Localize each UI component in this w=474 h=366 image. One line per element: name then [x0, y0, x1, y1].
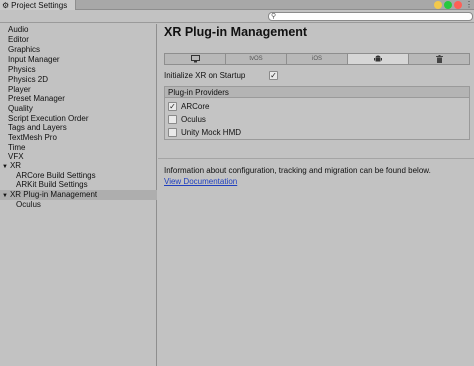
- view-documentation-link[interactable]: View Documentation: [164, 177, 237, 187]
- search-row: ⚲: [0, 10, 474, 23]
- platform-tab-bar: tvOS iOS: [164, 53, 470, 65]
- info-text: Information about configuration, trackin…: [164, 166, 431, 175]
- sidebar-item-oculus[interactable]: Oculus: [16, 200, 41, 210]
- initialize-xr-label: Initialize XR on Startup: [164, 71, 246, 80]
- sidebar-item-audio[interactable]: Audio: [8, 25, 28, 35]
- tab-title: Project Settings: [11, 1, 68, 10]
- sidebar-item-graphics[interactable]: Graphics: [8, 45, 40, 55]
- sidebar-item-tags-and-layers[interactable]: Tags and Layers: [8, 123, 67, 133]
- sidebar-item-editor[interactable]: Editor: [8, 35, 29, 45]
- more-options-icon[interactable]: ⋮: [465, 0, 473, 10]
- maximize-dot[interactable]: [444, 1, 452, 9]
- arcore-label: ARCore: [181, 102, 210, 111]
- minimize-dot[interactable]: [434, 1, 442, 9]
- expand-arrow-icon[interactable]: ▼: [2, 164, 8, 170]
- settings-main-panel: XR Plug-in Management tvOS iOS Initializ…: [158, 24, 474, 366]
- search-input[interactable]: [276, 13, 457, 20]
- sidebar-item-input-manager[interactable]: Input Manager: [8, 55, 60, 65]
- sidebar-item-label: XR Plug-in Management: [9, 190, 98, 199]
- tab-ios[interactable]: iOS: [287, 54, 348, 64]
- unity-mock-hmd-label: Unity Mock HMD: [181, 128, 242, 137]
- gear-icon: ⚙: [2, 0, 10, 10]
- oculus-checkbox[interactable]: [168, 115, 177, 124]
- monitor-icon: [190, 55, 200, 63]
- sidebar-item-arkit-build-settings[interactable]: ARKit Build Settings: [16, 180, 88, 190]
- sidebar-item-quality[interactable]: Quality: [8, 104, 33, 114]
- initialize-xr-checkbox[interactable]: ✓: [269, 71, 278, 80]
- sidebar-item-label: XR: [9, 161, 22, 170]
- oculus-label: Oculus: [181, 115, 206, 124]
- initialize-xr-row: Initialize XR on Startup ✓: [164, 70, 470, 81]
- sidebar-item-xr-plugin-management[interactable]: ▼ XR Plug-in Management: [2, 190, 97, 200]
- android-icon: [374, 55, 382, 62]
- sidebar-item-physics-2d[interactable]: Physics 2D: [8, 75, 48, 85]
- settings-search[interactable]: ⚲: [268, 12, 473, 21]
- sidebar-item-preset-manager[interactable]: Preset Manager: [8, 94, 65, 104]
- sidebar-item-physics[interactable]: Physics: [8, 65, 36, 75]
- close-dot[interactable]: [454, 1, 462, 9]
- plugin-providers-header: Plug-in Providers: [165, 87, 469, 98]
- tab-android[interactable]: [348, 54, 409, 64]
- trash-icon: [435, 55, 443, 63]
- settings-sidebar: Audio Editor Graphics Input Manager Phys…: [0, 24, 157, 366]
- tab-delete[interactable]: [409, 54, 469, 64]
- unity-mock-hmd-checkbox[interactable]: [168, 128, 177, 137]
- tab-standalone[interactable]: [165, 54, 226, 64]
- sidebar-item-xr[interactable]: ▼ XR: [2, 161, 21, 171]
- sidebar-item-textmesh-pro[interactable]: TextMesh Pro: [8, 133, 57, 143]
- expand-arrow-icon[interactable]: ▼: [2, 193, 8, 199]
- tab-tvos[interactable]: tvOS: [226, 54, 287, 64]
- section-divider: [158, 158, 474, 159]
- window-title-bar: ⚙ Project Settings ⋮: [0, 0, 474, 11]
- page-title: XR Plug-in Management: [164, 25, 308, 39]
- plugin-providers-panel: Plug-in Providers ✓ ARCore Oculus Unity …: [164, 86, 470, 140]
- arcore-checkbox[interactable]: ✓: [168, 102, 177, 111]
